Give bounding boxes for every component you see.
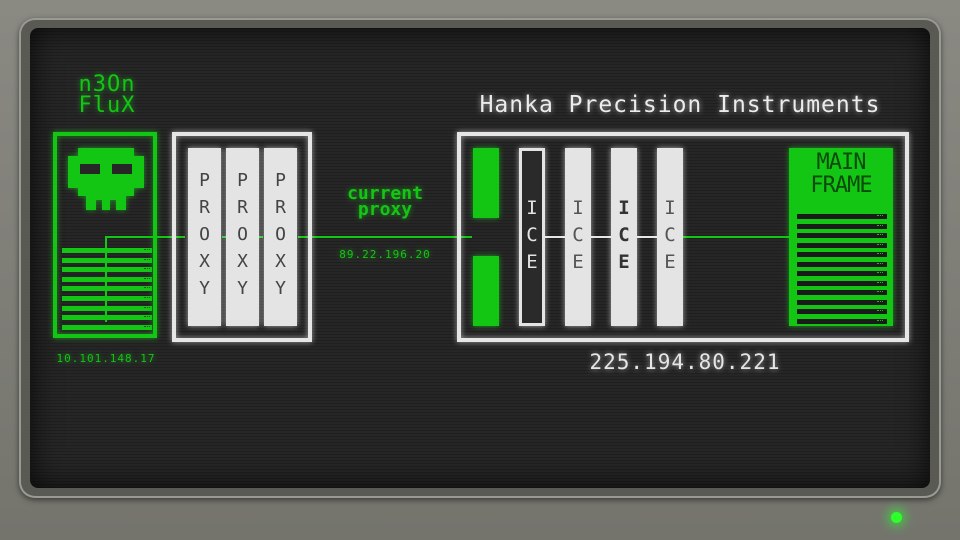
rack-slot [797,233,887,238]
rack-slot [62,286,152,292]
proxy-label: PROXY [270,169,291,305]
rack-slot [62,305,152,311]
target-ip: 225.194.80.221 [589,350,781,374]
mainframe-node[interactable]: MAIN FRAME [789,148,893,326]
proxy-node-3[interactable]: PROXY [264,148,297,326]
power-led-icon [891,512,902,523]
rack-slot [62,315,152,321]
rack-slot [797,252,887,257]
player-ip: 10.101.148.17 [56,352,156,365]
mainframe-label: MAIN FRAME [810,150,872,198]
rack-slot [797,223,887,229]
ice-node-4[interactable]: ICE [657,148,683,326]
rack-slot [797,261,887,267]
ice-label: ICE [659,196,681,278]
rack-slot [62,257,152,263]
target-name: Hanka Precision Instruments [479,92,881,118]
rack-slot [797,299,887,305]
firewall-gate-top [473,148,499,218]
ice-node-2[interactable]: ICE [565,148,591,326]
ice-node-3[interactable]: ICE [611,148,637,326]
player-name: n3On FluX [78,72,136,118]
ice-label: ICE [521,196,543,278]
ice-label: ICE [613,196,635,278]
rack-slot [797,290,887,295]
proxy-label: PROXY [232,169,253,305]
monitor-screen: n3On FluX 10.101.148.17 PROXY PROXY PROX… [30,28,930,488]
rack-slot [797,214,887,219]
proxy-label: PROXY [194,169,215,305]
skull-icon [68,148,144,210]
player-uplink-line [105,236,107,322]
rack-slot [797,309,887,314]
rack-slot [797,318,887,324]
rack-slot [797,280,887,286]
rack-slot [797,242,887,248]
rack-slot [62,248,152,253]
proxy-node-1[interactable]: PROXY [188,148,221,326]
current-proxy-label: current proxy [347,183,423,220]
rack-slot [62,296,152,301]
rack-slot [62,276,152,282]
ice-node-1[interactable]: ICE [519,148,545,326]
rack-slot [62,267,152,273]
proxy-to-target-line [298,236,472,238]
rack-slot [797,271,887,276]
ice-label: ICE [567,196,589,278]
current-proxy-ip: 89.22.196.20 [339,248,431,261]
rack-slot [62,324,152,330]
firewall-gate-bottom [473,256,499,326]
proxy-node-2[interactable]: PROXY [226,148,259,326]
